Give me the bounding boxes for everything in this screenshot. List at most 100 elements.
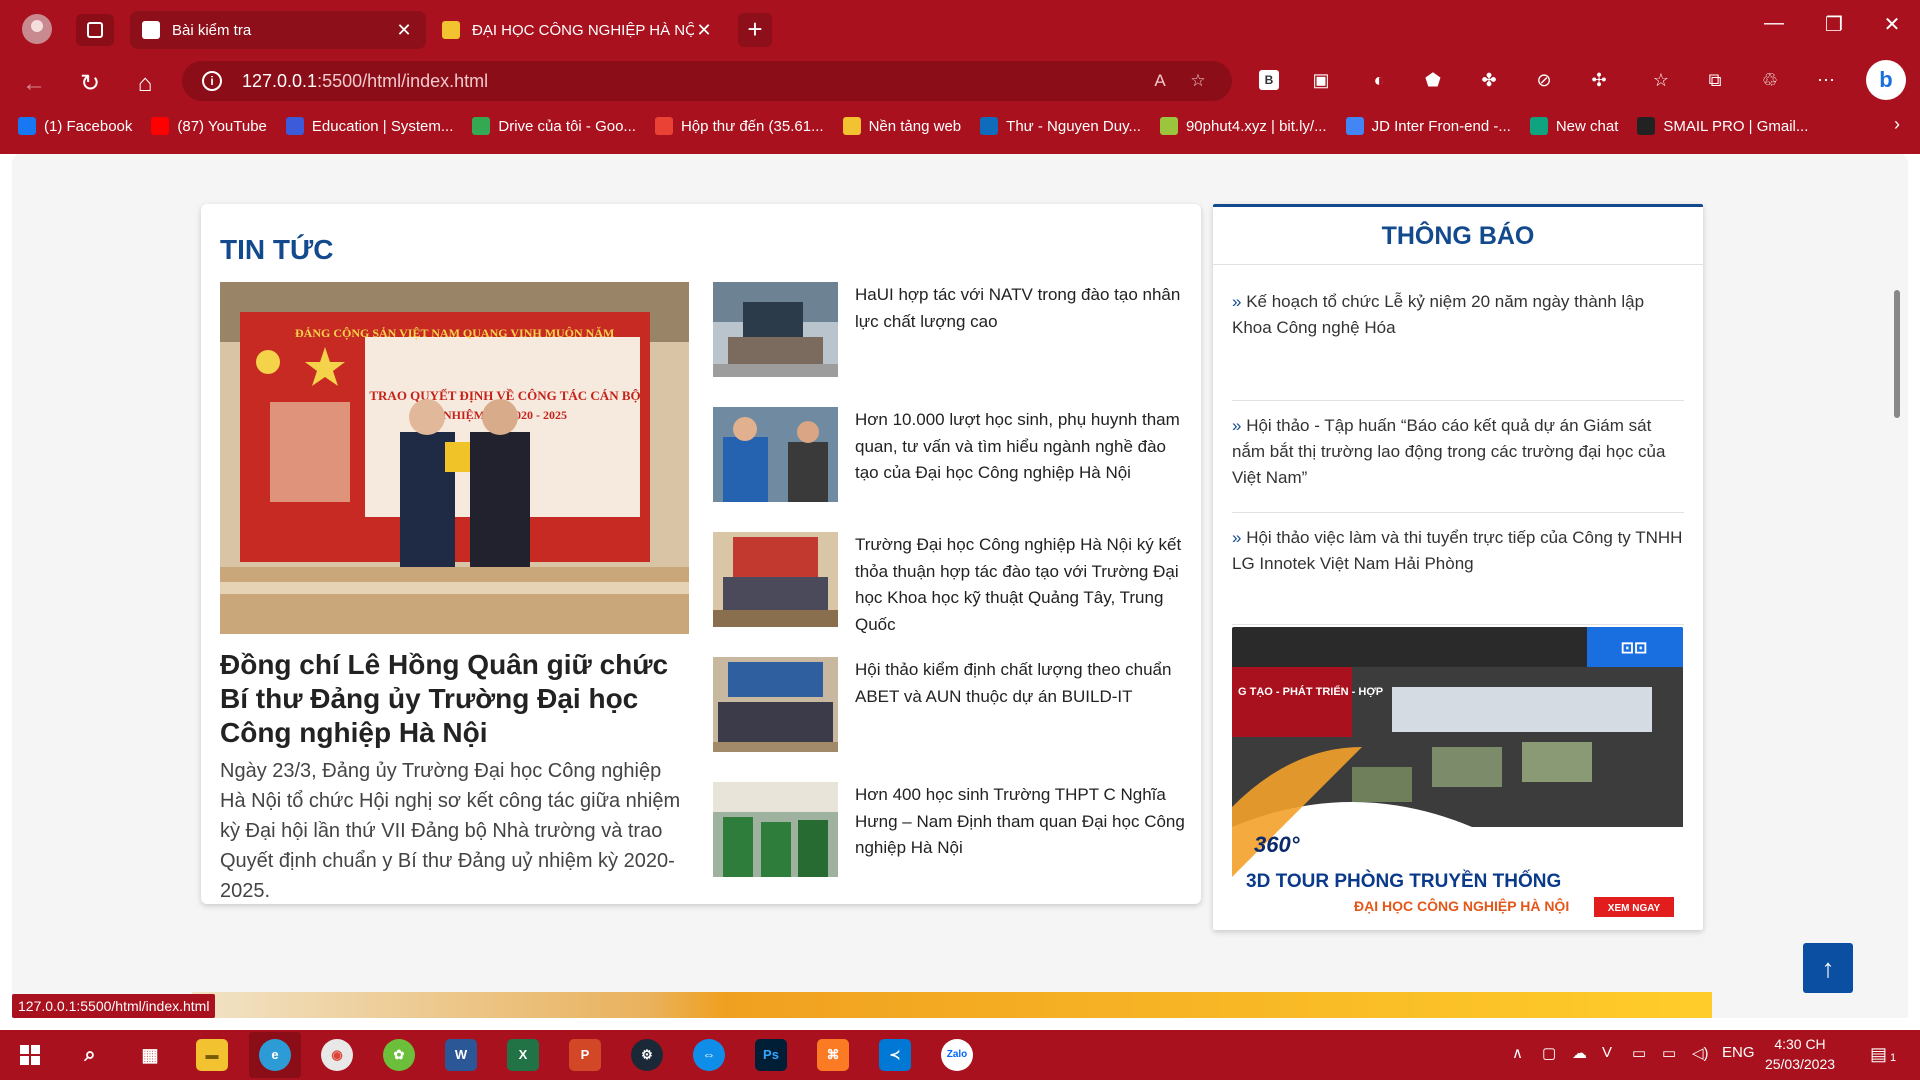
news-thumbnail[interactable]	[713, 657, 838, 752]
steam-icon[interactable]: ⚙	[631, 1039, 663, 1071]
bookmark-facebook[interactable]: (1) Facebook	[18, 117, 132, 135]
bookmark-youtube[interactable]: (87) YouTube	[151, 117, 267, 135]
refresh-icon[interactable]: ↻	[72, 68, 108, 100]
new-tab-button[interactable]: +	[738, 13, 772, 47]
add-favorite-icon[interactable]: ☆	[1186, 69, 1210, 93]
windows-start-icon[interactable]	[20, 1045, 40, 1065]
news-item-title[interactable]: Hơn 400 học sinh Trường THPT C Nghĩa Hưn…	[855, 782, 1185, 862]
task-view-icon[interactable]: ▦	[134, 1039, 166, 1071]
settings-more-icon[interactable]: ⋯	[1813, 67, 1839, 93]
news-thumbnail[interactable]	[713, 782, 838, 877]
powerpoint-icon[interactable]: P	[569, 1039, 601, 1071]
color-extension-icon[interactable]: ◐	[1366, 67, 1392, 93]
news-item[interactable]: Hơn 10.000 lượt học sinh, phụ huynh tham…	[713, 407, 1183, 507]
teamviewer-icon[interactable]: ⇔	[693, 1039, 725, 1071]
tour-cta: XEM NGAY	[1608, 903, 1661, 914]
bookmark-jd-intern[interactable]: JD Inter Fron-end -...	[1345, 117, 1511, 135]
chevron-right-icon[interactable]: ›	[1894, 114, 1900, 135]
news-thumbnail[interactable]	[713, 532, 838, 627]
color-picker-extension-icon[interactable]: ✤	[1476, 67, 1502, 93]
notification-icon[interactable]: ▤	[1870, 1044, 1887, 1065]
bookmark-drive[interactable]: Drive của tôi - Goo...	[472, 117, 636, 135]
notice-item[interactable]: » Hội thảo việc làm và thi tuyển trực ti…	[1232, 513, 1684, 625]
home-icon[interactable]: ⌂	[127, 68, 163, 100]
address-url[interactable]: 127.0.0.1:5500/html/index.html	[242, 71, 488, 92]
3d-tour-banner[interactable]: G TẠO - PHÁT TRIỂN - HỢP ⊡⊡ 360° 3D TOUR…	[1232, 627, 1683, 927]
news-item-title[interactable]: Trường Đại học Công nghiệp Hà Nội ký kết…	[855, 532, 1185, 638]
news-thumbnail[interactable]	[713, 407, 838, 502]
bookmark-label: 90phut4.xyz | bit.ly/...	[1185, 117, 1327, 135]
news-item[interactable]: Hơn 400 học sinh Trường THPT C Nghĩa Hưn…	[713, 782, 1185, 882]
edge-dev-icon[interactable]: e	[259, 1039, 291, 1071]
copilot-bing-icon[interactable]: b	[1866, 60, 1906, 100]
volume-icon[interactable]: ◁)	[1692, 1044, 1709, 1062]
tab-bai-kiem-tra[interactable]: Bài kiểm tra ✕	[130, 11, 426, 49]
tour-360-badge: 360°	[1254, 832, 1300, 857]
chrome-icon[interactable]: ◉	[321, 1039, 353, 1071]
restore-icon[interactable]: ❐	[1814, 12, 1854, 37]
close-window-icon[interactable]: ✕	[1872, 12, 1912, 37]
read-aloud-icon[interactable]: A	[1148, 69, 1172, 93]
page-scrollbar-thumb[interactable]	[1894, 290, 1900, 418]
bookmark-outlook[interactable]: Thư - Nguyen Duy...	[980, 117, 1141, 135]
address-bar[interactable]: i 127.0.0.1:5500/html/index.html A ☆	[182, 61, 1232, 101]
notice-item-text[interactable]: Hội thảo việc làm và thi tuyển trực tiếp…	[1232, 528, 1682, 573]
notice-item-text[interactable]: Hội thảo - Tập huấn “Báo cáo kết quả dự …	[1232, 416, 1665, 487]
green-app-icon[interactable]: ✿	[383, 1039, 415, 1071]
tab-actions-button[interactable]	[76, 14, 114, 46]
bookmark-smail[interactable]: SMAIL PRO | Gmail...	[1637, 117, 1808, 135]
bookmark-gmail[interactable]: Hộp thư đến (35.61...	[654, 117, 824, 135]
tray-overflow-icon[interactable]: ∧	[1512, 1044, 1523, 1062]
word-icon[interactable]: W	[445, 1039, 477, 1071]
favorites-icon[interactable]: ☆	[1648, 67, 1674, 93]
photoshop-icon[interactable]: Ps	[755, 1039, 787, 1071]
notice-item[interactable]: » Hội thảo - Tập huấn “Báo cáo kết quả d…	[1232, 401, 1684, 513]
extension-b-icon[interactable]: B	[1259, 70, 1279, 90]
minimize-icon[interactable]: —	[1754, 12, 1794, 35]
browser-essentials-icon[interactable]: ♲	[1757, 67, 1783, 93]
scroll-to-top-button[interactable]: ↑	[1803, 943, 1853, 993]
smail-icon	[1637, 117, 1656, 135]
news-item[interactable]: Trường Đại học Công nghiệp Hà Nội ký kết…	[713, 532, 1183, 634]
meet-now-icon[interactable]: ▢	[1542, 1044, 1556, 1062]
news-thumb-illustration	[713, 407, 838, 502]
notice-item[interactable]: » Kế hoạch tổ chức Lễ kỷ niệm 20 năm ngà…	[1232, 289, 1684, 401]
notice-item-text[interactable]: Kế hoạch tổ chức Lễ kỷ niệm 20 năm ngày …	[1232, 292, 1644, 337]
vivaldi-tray-icon[interactable]: V	[1602, 1044, 1612, 1061]
news-thumbnail[interactable]	[713, 282, 838, 377]
vscode-icon[interactable]: ≺	[879, 1039, 911, 1071]
extensions-puzzle-icon[interactable]: ✣	[1586, 67, 1612, 93]
translate-extension-icon[interactable]: ▣	[1308, 67, 1334, 93]
back-icon[interactable]: ←	[16, 68, 52, 100]
xampp-icon[interactable]: ⌘	[817, 1039, 849, 1071]
feature-news-headline[interactable]: Đồng chí Lê Hồng Quân giữ chức Bí thư Đả…	[220, 648, 690, 750]
bookmark-90phut[interactable]: 90phut4.xyz | bit.ly/...	[1159, 117, 1327, 135]
news-item[interactable]: Hội thảo kiểm định chất lượng theo chuẩn…	[713, 657, 1183, 757]
taskbar-clock[interactable]: 4:30 CH 25/03/2023	[1760, 1034, 1840, 1074]
network-icon[interactable]: ▭	[1662, 1044, 1676, 1062]
news-item-title[interactable]: HaUI hợp tác với NATV trong đào tạo nhân…	[855, 282, 1185, 335]
news-item-title[interactable]: Hội thảo kiểm định chất lượng theo chuẩn…	[855, 657, 1185, 710]
news-item[interactable]: HaUI hợp tác với NATV trong đào tạo nhân…	[713, 282, 1183, 382]
bookmark-folder-web[interactable]: Nền tảng web	[842, 117, 961, 135]
zalo-icon[interactable]: Zalo	[941, 1039, 973, 1071]
bottom-banner[interactable]	[192, 992, 1712, 1018]
profile-avatar[interactable]	[22, 14, 52, 44]
battery-icon[interactable]: ▭	[1632, 1044, 1646, 1062]
language-indicator[interactable]: ENG	[1722, 1044, 1755, 1061]
collections-icon[interactable]: ⧉	[1702, 67, 1728, 93]
close-tab-icon[interactable]: ✕	[394, 20, 414, 41]
onedrive-icon[interactable]: ☁	[1572, 1044, 1587, 1062]
tab-haui[interactable]: ĐẠI HỌC CÔNG NGHIỆP HÀ NỘI ✕	[430, 11, 726, 49]
bookmark-new-chat[interactable]: New chat	[1529, 117, 1618, 135]
site-info-icon[interactable]: i	[202, 71, 222, 91]
bookmark-education[interactable]: Education | System...	[285, 117, 453, 135]
close-tab-icon[interactable]: ✕	[694, 20, 714, 41]
search-icon[interactable]: ⌕	[74, 1039, 106, 1071]
news-item-title[interactable]: Hơn 10.000 lượt học sinh, phụ huynh tham…	[855, 407, 1185, 487]
excel-icon[interactable]: X	[507, 1039, 539, 1071]
feature-news-image[interactable]: ĐẢNG CỘNG SẢN VIỆT NAM QUANG VINH MUÔN N…	[220, 282, 689, 634]
file-explorer-icon[interactable]: ▬	[196, 1039, 228, 1071]
compass-extension-icon[interactable]: ⊘	[1531, 67, 1557, 93]
ublock-extension-icon[interactable]: ⬟	[1420, 67, 1446, 93]
